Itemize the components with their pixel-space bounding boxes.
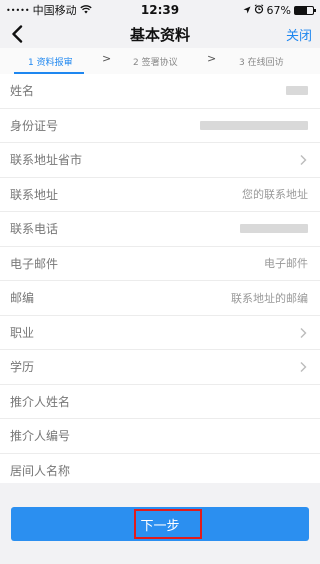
bottom-bar: 下一步: [0, 483, 320, 564]
id-number-field[interactable]: 身份证号: [0, 109, 320, 143]
broker-name-label: 居间人名称: [10, 463, 71, 478]
phone-value-redacted: [240, 224, 308, 234]
back-button[interactable]: [6, 23, 28, 45]
battery-fill: [295, 6, 308, 14]
next-step-button[interactable]: 下一步: [11, 507, 309, 541]
wifi-icon: [79, 4, 92, 17]
address-field[interactable]: 联系地址 您的联系地址: [0, 178, 320, 212]
education-field[interactable]: 学历: [0, 350, 320, 385]
step-indicator: 1 资料报审 > 2 签署协议 > 3 在线回访: [0, 48, 320, 75]
status-right: 67%: [243, 3, 316, 17]
battery-icon: [294, 5, 316, 15]
chevron-left-icon: [12, 25, 23, 43]
province-city-field[interactable]: 联系地址省市: [0, 143, 320, 178]
step-separator-icon: >: [207, 52, 217, 65]
referrer-name-label: 推介人姓名: [10, 394, 71, 409]
postcode-label: 邮编: [10, 291, 35, 306]
location-arrow-icon: [243, 4, 251, 17]
chevron-right-icon: [300, 362, 307, 372]
name-value-redacted: [286, 86, 308, 96]
province-city-label: 联系地址省市: [10, 153, 83, 168]
screen: ••••• 中国移动 12:39 67% 基本资料 关闭 1 资料报审 > 2 …: [0, 0, 320, 564]
step-separator-icon: >: [102, 52, 112, 65]
status-bar: ••••• 中国移动 12:39 67%: [0, 0, 320, 20]
step-1: 1 资料报审: [28, 58, 73, 68]
id-number-label: 身份证号: [10, 118, 59, 133]
signal-strength-icon: •••••: [6, 5, 30, 15]
phone-field[interactable]: 联系电话: [0, 212, 320, 247]
occupation-label: 职业: [10, 325, 35, 340]
postcode-field[interactable]: 邮编 联系地址的邮编: [0, 281, 320, 316]
nav-bar: 基本资料 关闭: [0, 20, 320, 48]
email-placeholder: 电子邮件: [264, 257, 308, 271]
referrer-id-label: 推介人编号: [10, 429, 71, 444]
phone-label: 联系电话: [10, 222, 59, 237]
address-label: 联系地址: [10, 187, 59, 202]
status-left: ••••• 中国移动: [6, 2, 92, 18]
address-placeholder: 您的联系地址: [242, 188, 308, 202]
name-label: 姓名: [10, 84, 35, 99]
name-field[interactable]: 姓名: [0, 74, 320, 109]
page-title: 基本资料: [129, 25, 190, 44]
id-number-value-redacted: [200, 120, 308, 130]
email-label: 电子邮件: [10, 256, 59, 271]
step-2: 2 签署协议: [133, 58, 178, 68]
postcode-placeholder: 联系地址的邮编: [231, 291, 308, 305]
education-label: 学历: [10, 360, 35, 375]
next-step-label: 下一步: [140, 517, 180, 533]
alarm-icon: [254, 3, 264, 17]
close-button[interactable]: 关闭: [286, 25, 312, 44]
chevron-right-icon: [300, 327, 307, 338]
step-3: 3 在线回访: [239, 58, 284, 68]
chevron-right-icon: [300, 155, 307, 165]
referrer-name-field[interactable]: 推介人姓名: [0, 385, 320, 419]
battery-percent: 67%: [266, 3, 291, 17]
email-field[interactable]: 电子邮件 电子邮件: [0, 247, 320, 281]
occupation-field[interactable]: 职业: [0, 316, 320, 350]
profile-form: 姓名 身份证号 联系地址省市 联系地址 您的联系地址 联系电话 电子邮件 电子邮…: [0, 74, 320, 488]
referrer-id-field[interactable]: 推介人编号: [0, 419, 320, 454]
carrier-name: 中国移动: [32, 4, 77, 17]
